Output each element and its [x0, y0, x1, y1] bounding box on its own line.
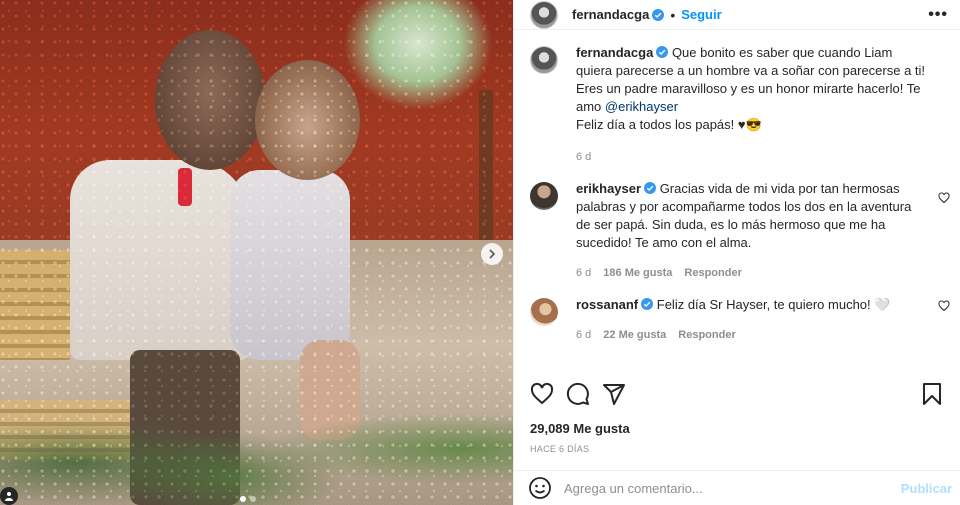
action-bar — [514, 380, 960, 408]
caption-age[interactable]: 6 d — [576, 148, 591, 166]
share-button[interactable] — [602, 382, 626, 406]
comment-input[interactable] — [564, 480, 901, 496]
comment-bubble-icon — [566, 382, 589, 405]
follow-button[interactable]: Seguir — [681, 7, 721, 22]
verified-badge-icon — [656, 46, 669, 58]
like-button[interactable] — [530, 382, 554, 406]
like-comment-heart-icon[interactable] — [938, 300, 950, 312]
mention-link[interactable]: @erikhayser — [605, 99, 678, 114]
instagram-post: fernandacga • Seguir ••• fernandacga Que… — [0, 0, 960, 505]
commenter-avatar[interactable] — [530, 182, 558, 210]
commenter-username[interactable]: erikhayser — [576, 181, 641, 196]
comments-list: fernandacga Que bonito es saber que cuan… — [514, 44, 960, 379]
like-comment-heart-icon[interactable] — [938, 192, 950, 204]
save-button[interactable] — [920, 382, 944, 406]
comment-item: rossananf Feliz día Sr Hayser, te quiero… — [530, 296, 950, 344]
carousel-next-button[interactable] — [481, 243, 503, 265]
verified-badge-icon — [644, 182, 657, 194]
comment-text: Feliz día Sr Hayser, te quiero mucho! 🤍 — [656, 297, 891, 312]
post-side-panel: fernandacga • Seguir ••• fernandacga Que… — [513, 0, 960, 505]
paper-plane-icon — [603, 384, 625, 405]
carousel-dot — [240, 496, 246, 502]
more-options-button[interactable]: ••• — [928, 6, 948, 24]
heart-icon — [530, 382, 554, 405]
comment-button[interactable] — [566, 382, 590, 406]
reply-button[interactable]: Responder — [684, 264, 741, 282]
caption-avatar[interactable] — [530, 46, 558, 74]
commenter-avatar[interactable] — [530, 298, 558, 326]
comment-age[interactable]: 6 d — [576, 326, 591, 344]
reply-button[interactable]: Responder — [678, 326, 735, 344]
chevron-right-icon — [489, 249, 496, 259]
tagged-users-button[interactable] — [0, 487, 18, 505]
emoji-icon[interactable] — [528, 476, 552, 500]
comment-item: erikhayser Gracias vida de mi vida por t… — [530, 180, 950, 282]
post-photo-area — [0, 0, 513, 505]
publish-button[interactable]: Publicar — [901, 481, 952, 496]
author-avatar[interactable] — [530, 0, 558, 29]
caption: fernandacga Que bonito es saber que cuan… — [530, 44, 944, 166]
comment-likes[interactable]: 186 Me gusta — [603, 264, 672, 282]
post-photo — [0, 0, 513, 505]
comment-age[interactable]: 6 d — [576, 264, 591, 282]
caption-text-line2: Feliz día a todos los papás! ♥😎 — [576, 117, 762, 132]
likes-count[interactable]: 29,089 Me gusta — [530, 421, 630, 436]
post-date[interactable]: HACE 6 DÍAS — [530, 444, 589, 454]
verified-badge-icon — [641, 298, 654, 310]
commenter-username[interactable]: rossananf — [576, 297, 638, 312]
header-separator: • — [670, 6, 676, 23]
user-icon — [5, 492, 13, 501]
comment-likes[interactable]: 22 Me gusta — [603, 326, 666, 344]
carousel-indicator — [240, 496, 256, 502]
carousel-dot — [250, 496, 256, 502]
author-username[interactable]: fernandacga — [572, 7, 649, 22]
bookmark-icon — [923, 383, 941, 405]
verified-badge-icon — [652, 8, 665, 21]
post-header: fernandacga • Seguir ••• — [514, 0, 960, 30]
add-comment-bar: Publicar — [514, 470, 960, 505]
caption-username[interactable]: fernandacga — [576, 45, 653, 60]
